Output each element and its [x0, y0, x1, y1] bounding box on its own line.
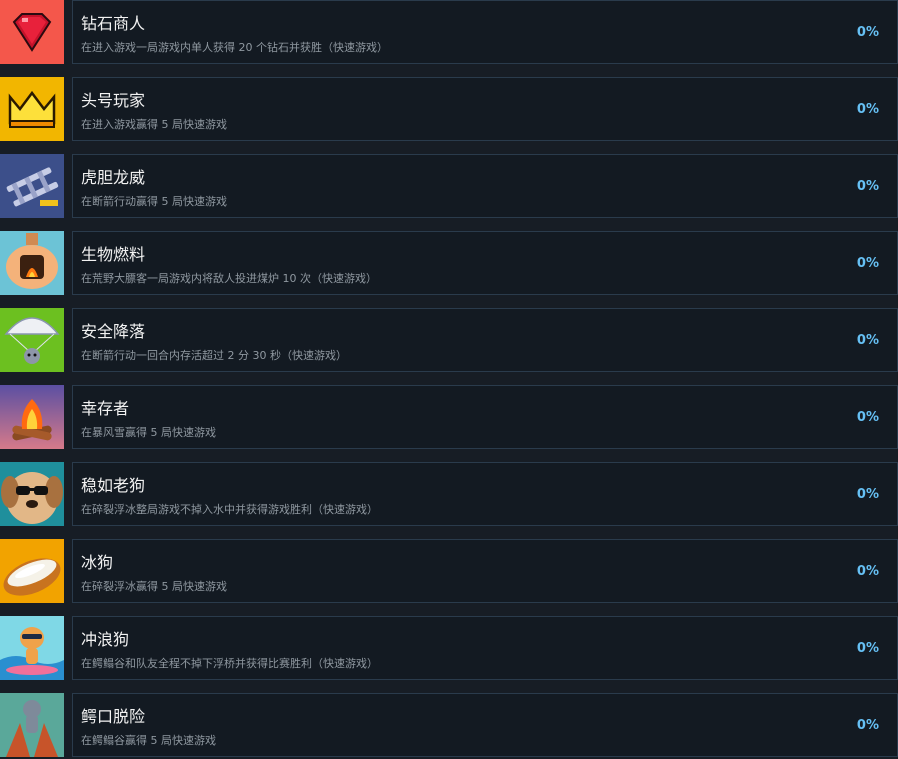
achievement-title: 虎胆龙威	[81, 168, 146, 187]
unlock-percent: 0%	[856, 641, 879, 656]
achievement-description: 在进入游戏一局游戏内单人获得 20 个钻石并获胜（快速游戏）	[81, 41, 388, 54]
achievement-description: 在暴风雪赢得 5 局快速游戏	[81, 426, 216, 439]
achievement-description: 在碎裂浮冰整局游戏不掉入水中并获得游戏胜利（快速游戏）	[81, 503, 378, 516]
achievement-description: 在鳄鳎谷和队友全程不掉下浮桥并获得比赛胜利（快速游戏）	[81, 657, 378, 670]
achievement-card: 幸存者 在暴风雪赢得 5 局快速游戏 0%	[72, 385, 898, 449]
achievement-card: 生物燃料 在荒野大膘客一局游戏内将敌人投进煤炉 10 次（快速游戏） 0%	[72, 231, 898, 295]
achievement-card: 虎胆龙威 在断箭行动赢得 5 局快速游戏 0%	[72, 154, 898, 218]
unlock-percent: 0%	[856, 410, 879, 425]
achievement-description: 在碎裂浮冰赢得 5 局快速游戏	[81, 580, 227, 593]
achievement-card: 钻石商人 在进入游戏一局游戏内单人获得 20 个钻石并获胜（快速游戏） 0%	[72, 0, 898, 64]
achievement-card: 鳄口脱险 在鳄鳎谷赢得 5 局快速游戏 0%	[72, 693, 898, 757]
unlock-percent: 0%	[856, 564, 879, 579]
achievement-list: 钻石商人 在进入游戏一局游戏内单人获得 20 个钻石并获胜（快速游戏） 0% 头…	[0, 0, 898, 757]
achievement-description: 在荒野大膘客一局游戏内将敌人投进煤炉 10 次（快速游戏）	[81, 272, 377, 285]
parachute-icon	[0, 308, 64, 372]
achievement-title: 安全降落	[81, 322, 146, 341]
achievement-card: 头号玩家 在进入游戏赢得 5 局快速游戏 0%	[72, 77, 898, 141]
achievement-row[interactable]: 头号玩家 在进入游戏赢得 5 局快速游戏 0%	[0, 77, 898, 143]
achievement-row[interactable]: 幸存者 在暴风雪赢得 5 局快速游戏 0%	[0, 385, 898, 451]
achievement-card: 稳如老狗 在碎裂浮冰整局游戏不掉入水中并获得游戏胜利（快速游戏） 0%	[72, 462, 898, 526]
achievement-row[interactable]: 安全降落 在断箭行动一回合内存活超过 2 分 30 秒（快速游戏） 0%	[0, 308, 898, 374]
achievement-title: 鳄口脱险	[81, 707, 146, 726]
unlock-percent: 0%	[856, 333, 879, 348]
unlock-percent: 0%	[856, 25, 879, 40]
achievement-title: 稳如老狗	[81, 476, 146, 495]
achievement-card: 冰狗 在碎裂浮冰赢得 5 局快速游戏 0%	[72, 539, 898, 603]
ladder-icon	[0, 154, 64, 218]
unlock-percent: 0%	[856, 179, 879, 194]
unlock-percent: 0%	[856, 487, 879, 502]
achievement-description: 在断箭行动赢得 5 局快速游戏	[81, 195, 227, 208]
achievement-row[interactable]: 鳄口脱险 在鳄鳎谷赢得 5 局快速游戏 0%	[0, 693, 898, 759]
achievement-description: 在进入游戏赢得 5 局快速游戏	[81, 118, 227, 131]
furnace-icon	[0, 231, 64, 295]
achievement-row[interactable]: 冰狗 在碎裂浮冰赢得 5 局快速游戏 0%	[0, 539, 898, 605]
achievement-card: 安全降落 在断箭行动一回合内存活超过 2 分 30 秒（快速游戏） 0%	[72, 308, 898, 372]
hotdog-icon	[0, 539, 64, 603]
surf-dog-icon	[0, 616, 64, 680]
dog-sunglasses-icon	[0, 462, 64, 526]
cat-crocodile-icon	[0, 693, 64, 757]
achievement-description: 在断箭行动一回合内存活超过 2 分 30 秒（快速游戏）	[81, 349, 347, 362]
diamond-icon	[0, 0, 64, 64]
achievement-row[interactable]: 稳如老狗 在碎裂浮冰整局游戏不掉入水中并获得游戏胜利（快速游戏） 0%	[0, 462, 898, 528]
unlock-percent: 0%	[856, 718, 879, 733]
achievement-title: 头号玩家	[81, 91, 146, 110]
crown-icon	[0, 77, 64, 141]
achievement-title: 幸存者	[81, 399, 130, 418]
campfire-icon	[0, 385, 64, 449]
achievement-row[interactable]: 冲浪狗 在鳄鳎谷和队友全程不掉下浮桥并获得比赛胜利（快速游戏） 0%	[0, 616, 898, 682]
unlock-percent: 0%	[856, 256, 879, 271]
achievement-row[interactable]: 生物燃料 在荒野大膘客一局游戏内将敌人投进煤炉 10 次（快速游戏） 0%	[0, 231, 898, 297]
achievement-row[interactable]: 虎胆龙威 在断箭行动赢得 5 局快速游戏 0%	[0, 154, 898, 220]
achievement-title: 冲浪狗	[81, 630, 130, 649]
achievement-row[interactable]: 钻石商人 在进入游戏一局游戏内单人获得 20 个钻石并获胜（快速游戏） 0%	[0, 0, 898, 66]
achievement-title: 生物燃料	[81, 245, 146, 264]
achievement-card: 冲浪狗 在鳄鳎谷和队友全程不掉下浮桥并获得比赛胜利（快速游戏） 0%	[72, 616, 898, 680]
unlock-percent: 0%	[856, 102, 879, 117]
achievement-description: 在鳄鳎谷赢得 5 局快速游戏	[81, 734, 216, 747]
achievement-title: 钻石商人	[81, 14, 146, 33]
achievement-title: 冰狗	[81, 553, 114, 572]
